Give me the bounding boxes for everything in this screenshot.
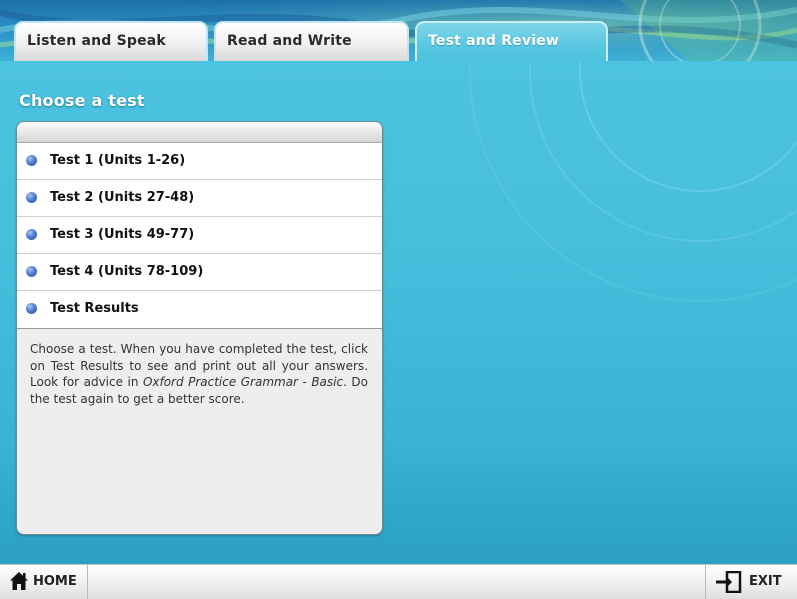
tab-label: Read and Write xyxy=(227,33,352,49)
test-item-1[interactable]: Test 1 (Units 1-26) xyxy=(17,143,382,180)
test-item-3[interactable]: Test 3 (Units 49-77) xyxy=(17,217,382,254)
test-item-label: Test Results xyxy=(50,301,139,316)
test-list: Test 1 (Units 1-26) Test 2 (Units 27-48)… xyxy=(17,143,382,329)
main-content: Choose a test Test 1 (Units 1-26) Test 2… xyxy=(0,61,797,564)
blue-ball-bullet-icon xyxy=(26,229,37,240)
panel-header xyxy=(17,122,382,143)
tab-listen-and-speak[interactable]: Listen and Speak xyxy=(14,21,208,61)
tab-label: Test and Review xyxy=(428,33,560,49)
test-item-label: Test 4 (Units 78-109) xyxy=(50,264,204,279)
tab-read-and-write[interactable]: Read and Write xyxy=(214,21,409,61)
test-item-2[interactable]: Test 2 (Units 27-48) xyxy=(17,180,382,217)
page-title: Choose a test xyxy=(19,91,145,110)
tab-label: Listen and Speak xyxy=(27,33,166,49)
blue-ball-bullet-icon xyxy=(26,266,37,277)
blue-ball-bullet-icon xyxy=(26,155,37,166)
blue-ball-bullet-icon xyxy=(26,192,37,203)
home-label: HOME xyxy=(33,574,77,589)
home-icon xyxy=(10,572,28,590)
footer-bar: HOME EXIT xyxy=(0,564,797,599)
test-item-label: Test 3 (Units 49-77) xyxy=(50,227,195,242)
instructions-text: Choose a test. When you have completed t… xyxy=(17,329,382,407)
tab-test-and-review[interactable]: Test and Review xyxy=(415,21,608,62)
header-banner: Listen and Speak Read and Write Test and… xyxy=(0,0,797,62)
test-item-4[interactable]: Test 4 (Units 78-109) xyxy=(17,254,382,291)
test-selection-panel: Test 1 (Units 1-26) Test 2 (Units 27-48)… xyxy=(16,121,383,535)
exit-button[interactable]: EXIT xyxy=(705,565,797,599)
book-title: Oxford Practice Grammar - Basic xyxy=(142,375,344,389)
test-item-label: Test 2 (Units 27-48) xyxy=(50,190,195,205)
test-item-results[interactable]: Test Results xyxy=(17,291,382,328)
exit-label: EXIT xyxy=(749,574,782,589)
blue-ball-bullet-icon xyxy=(26,303,37,314)
exit-door-icon xyxy=(716,571,742,593)
home-button[interactable]: HOME xyxy=(0,565,88,599)
test-item-label: Test 1 (Units 1-26) xyxy=(50,153,186,168)
